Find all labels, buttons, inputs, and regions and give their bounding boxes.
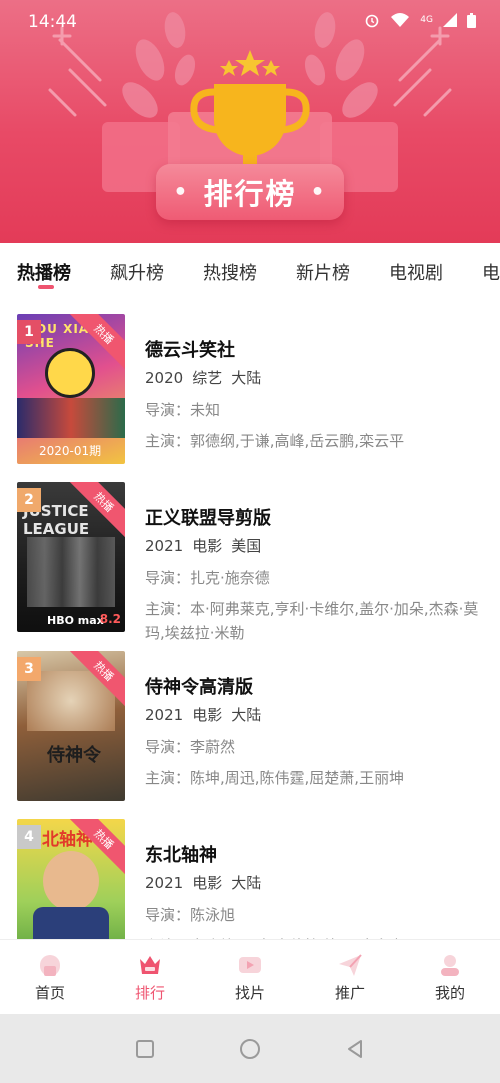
item-title[interactable]: 德云斗笑社 — [145, 336, 485, 364]
item-director: 导演：陈泳旭 — [145, 906, 236, 924]
signal-icon — [443, 13, 457, 27]
title-dot-left: • — [173, 179, 190, 205]
item-meta: 2021 电影 大陆 — [145, 872, 485, 896]
item-cast: 主演：陈坤,周迅,陈伟霆,屈楚萧,王丽坤 — [145, 769, 405, 787]
rank-badge: 4 — [17, 825, 41, 849]
crown-icon — [140, 956, 160, 974]
item-director: 导演：未知 — [145, 401, 221, 419]
nav-find-label: 找片 — [234, 984, 265, 1002]
video-icon — [239, 957, 261, 973]
item-type: 电影 — [192, 537, 223, 555]
list-item[interactable]: 侍神令 3 热播 侍神令高清版 2021 电影 大陆 导演：李蔚然 主演：陈坤,周迅… — [0, 651, 500, 801]
nav-home[interactable]: 首页 — [0, 940, 100, 1014]
item-director: 导演：扎克·施奈德 — [145, 569, 270, 587]
item-region: 大陆 — [231, 706, 262, 724]
recents-icon[interactable] — [135, 1039, 155, 1059]
ranking-header: 14:44 4G • 排行榜 • — [0, 0, 500, 243]
back-icon[interactable] — [345, 1039, 365, 1059]
item-info: 正义联盟导剪版 2021 电影 美国 导演：扎克·施奈德 主演：本·阿弗莱克,亨利·… — [145, 504, 485, 645]
item-info: 侍神令高清版 2021 电影 大陆 导演：李蔚然 主演：陈坤,周迅,陈伟霆,屈楚萧,… — [145, 673, 485, 790]
item-year: 2021 — [145, 706, 184, 724]
item-meta: 2020 综艺 大陆 — [145, 367, 485, 391]
poster-image[interactable]: DOU XIAO SHE 2020-01期 1 热播 — [17, 314, 125, 464]
item-year: 2021 — [145, 537, 184, 555]
rank-badge: 1 — [17, 320, 41, 344]
nav-ranking-label: 排行 — [134, 984, 165, 1002]
page-title-text: 排行榜 — [203, 177, 297, 211]
page-title: • 排行榜 • — [156, 164, 344, 220]
tab-movie[interactable]: 电影 — [482, 259, 500, 285]
home-icon — [40, 955, 60, 976]
poster-score: 8.2 — [99, 612, 121, 626]
tab-tv-series[interactable]: 电视剧 — [389, 259, 443, 285]
nav-profile-label: 我的 — [434, 984, 465, 1002]
item-year: 2020 — [145, 369, 184, 387]
item-type: 电影 — [192, 874, 223, 892]
poster-caption: HBO max — [47, 614, 104, 627]
item-title[interactable]: 正义联盟导剪版 — [145, 504, 485, 532]
tab-hot-play[interactable]: 热播榜 — [17, 259, 71, 285]
nav-find[interactable]: 找片 — [200, 940, 300, 1014]
category-tabs: 热播榜 飙升榜 热搜榜 新片榜 电视剧 电影 — [0, 243, 500, 301]
item-director: 导演：李蔚然 — [145, 738, 236, 756]
nav-promote[interactable]: 推广 — [300, 940, 400, 1014]
item-title[interactable]: 东北轴神 — [145, 841, 485, 869]
item-region: 大陆 — [231, 874, 262, 892]
poster-image[interactable]: JUSTICE LEAGUE HBO max 8.2 2 热播 — [17, 482, 125, 632]
title-dot-right: • — [310, 179, 327, 205]
bottom-navigation: 首页 排行 找片 推广 我的 — [0, 939, 500, 1014]
send-icon — [339, 954, 362, 976]
list-item[interactable]: JUSTICE LEAGUE HBO max 8.2 2 热播 正义联盟导剪版 … — [0, 482, 500, 642]
nav-profile[interactable]: 我的 — [400, 940, 500, 1014]
item-region: 大陆 — [231, 369, 262, 387]
system-navigation-bar — [0, 1014, 500, 1083]
item-title[interactable]: 侍神令高清版 — [145, 673, 485, 701]
item-region: 美国 — [231, 537, 262, 555]
poster-figures — [27, 537, 115, 607]
status-time: 14:44 — [28, 12, 77, 32]
wifi-icon — [391, 13, 410, 27]
tab-new-release[interactable]: 新片榜 — [296, 259, 350, 285]
tab-hot-search[interactable]: 热搜榜 — [203, 259, 257, 285]
item-cast: 主演：郭德纲,于谦,高峰,岳云鹏,栾云平 — [145, 432, 405, 450]
item-cast: 主演：本·阿弗莱克,亨利·卡维尔,盖尔·加朵,杰森·莫玛,埃兹拉·米勒 — [145, 600, 479, 642]
user-icon — [441, 955, 459, 976]
item-meta: 2021 电影 美国 — [145, 535, 485, 559]
rank-badge: 3 — [17, 657, 41, 681]
item-year: 2021 — [145, 874, 184, 892]
rank-badge: 2 — [17, 488, 41, 512]
app-page: 14:44 4G • 排行榜 • 热播榜 飙升榜 热搜榜 新片榜 电视剧 电影 — [0, 0, 500, 1083]
poster-image[interactable]: 侍神令 3 热播 — [17, 651, 125, 801]
home-circle-icon[interactable] — [239, 1038, 261, 1060]
poster-caption: 2020-01期 — [39, 444, 102, 458]
item-type: 综艺 — [192, 369, 223, 387]
item-type: 电影 — [192, 706, 223, 724]
alarm-icon — [365, 14, 379, 28]
nav-home-label: 首页 — [34, 984, 65, 1002]
nav-ranking[interactable]: 排行 — [100, 940, 200, 1014]
active-tab-indicator — [38, 285, 54, 289]
poster-face — [45, 348, 95, 398]
tab-rising[interactable]: 飙升榜 — [110, 259, 164, 285]
item-info: 德云斗笑社 2020 综艺 大陆 导演：未知 主演：郭德纲,于谦,高峰,岳云鹏,栾云… — [145, 336, 485, 453]
network-label: 4G — [420, 14, 433, 25]
item-meta: 2021 电影 大陆 — [145, 704, 485, 728]
status-icons: 4G — [364, 12, 476, 28]
nav-promote-label: 推广 — [334, 984, 365, 1002]
status-bar: 14:44 4G — [0, 0, 500, 44]
poster-text: 侍神令 — [47, 745, 101, 766]
poster-face — [43, 851, 99, 911]
list-item[interactable]: DOU XIAO SHE 2020-01期 1 热播 德云斗笑社 2020 综艺大… — [0, 314, 500, 464]
battery-icon — [467, 12, 476, 28]
poster-crowd — [17, 398, 125, 438]
